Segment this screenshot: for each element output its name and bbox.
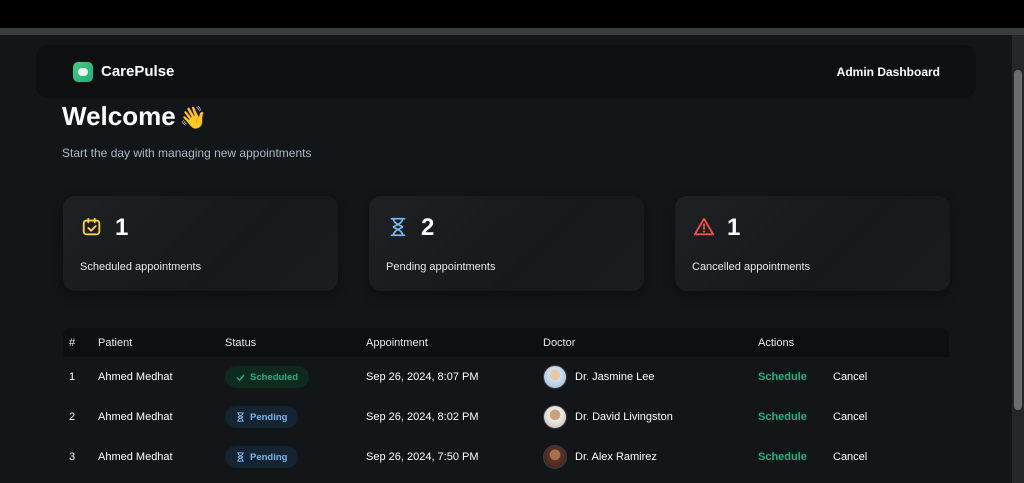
page-title: Welcome 👋 (62, 101, 207, 132)
browser-strip (0, 28, 1024, 35)
carepulse-logo-icon (73, 61, 93, 82)
check-icon (236, 373, 245, 381)
appointment-datetime: Sep 26, 2024, 8:07 PM (366, 371, 479, 383)
schedule-button[interactable]: Schedule (758, 451, 807, 463)
page-viewport: CarePulse Admin Dashboard Welcome 👋 Start… (0, 35, 1012, 483)
appointments-table: # Patient Status Appointment Doctor Acti… (63, 328, 949, 477)
header-doctor: Doctor (543, 336, 576, 349)
waving-hand-icon: 👋 (179, 105, 208, 130)
patient-name: Ahmed Medhat (98, 371, 173, 383)
stat-card-pending: 2 Pending appointments (369, 196, 644, 291)
screen-top-bar (0, 0, 1024, 28)
scheduled-count: 1 (115, 214, 129, 241)
status-text: Pending (250, 411, 288, 423)
status-badge: Pending (225, 406, 299, 428)
pending-label: Pending appointments (386, 261, 496, 273)
welcome-title: Welcome (62, 101, 176, 131)
status-text: Scheduled (250, 371, 299, 383)
admin-dashboard-label: Admin Dashboard (836, 64, 940, 79)
header: CarePulse Admin Dashboard (36, 45, 976, 98)
header-appointment: Appointment (366, 336, 428, 349)
brand-link[interactable]: CarePulse (73, 61, 175, 82)
hourglass-icon (390, 217, 406, 237)
table-row: 2 Ahmed Medhat Pending Sep 26, 2024, 8:0… (63, 397, 949, 437)
doctor-name: Dr. Jasmine Lee (575, 371, 655, 383)
scheduled-label: Scheduled appointments (80, 261, 202, 273)
cancel-button[interactable]: Cancel (833, 371, 867, 383)
doctor-cell: Dr. Jasmine Lee (543, 365, 654, 389)
stat-card-scheduled: 1 Scheduled appointments (63, 196, 338, 291)
table-row: 3 Ahmed Medhat Pending Sep 26, 2024, 7:5… (63, 437, 949, 477)
hourglass-icon (237, 452, 244, 462)
avatar (543, 405, 567, 429)
calendar-icon (82, 217, 101, 236)
patient-name: Ahmed Medhat (98, 451, 173, 463)
row-number: 1 (69, 371, 76, 383)
header-patient: Patient (98, 336, 133, 349)
cancel-button[interactable]: Cancel (833, 411, 867, 423)
table-row: 1 Ahmed Medhat Scheduled Sep 26, 2024, 8… (63, 357, 949, 397)
schedule-button[interactable]: Schedule (758, 411, 807, 423)
avatar (543, 365, 567, 389)
doctor-cell: Dr. David Livingston (543, 405, 673, 429)
table-header: # Patient Status Appointment Doctor Acti… (63, 328, 949, 357)
cancelled-label: Cancelled appointments (692, 261, 811, 273)
brand-name: CarePulse (101, 63, 175, 80)
doctor-name: Dr. Alex Ramirez (575, 451, 657, 463)
header-number: # (69, 336, 76, 349)
avatar (543, 445, 567, 469)
status-badge: Pending (225, 446, 299, 468)
header-status: Status (225, 336, 257, 349)
appointment-datetime: Sep 26, 2024, 7:50 PM (366, 451, 479, 463)
status-text: Pending (250, 451, 288, 463)
status-badge: Scheduled (225, 366, 310, 388)
alert-triangle-icon (693, 217, 715, 236)
row-number: 2 (69, 411, 76, 423)
cancelled-count: 1 (727, 214, 741, 241)
schedule-button[interactable]: Schedule (758, 371, 807, 383)
cancel-button[interactable]: Cancel (833, 451, 867, 463)
patient-name: Ahmed Medhat (98, 411, 173, 423)
scrollbar-thumb[interactable] (1014, 70, 1022, 410)
row-number: 3 (69, 451, 76, 463)
page-subtitle: Start the day with managing new appointm… (62, 146, 312, 160)
doctor-name: Dr. David Livingston (575, 411, 673, 423)
header-actions: Actions (758, 336, 795, 349)
doctor-cell: Dr. Alex Ramirez (543, 445, 657, 469)
pending-count: 2 (421, 214, 435, 241)
stat-card-cancelled: 1 Cancelled appointments (675, 196, 950, 291)
appointment-datetime: Sep 26, 2024, 8:02 PM (366, 411, 479, 423)
hourglass-icon (237, 412, 244, 422)
